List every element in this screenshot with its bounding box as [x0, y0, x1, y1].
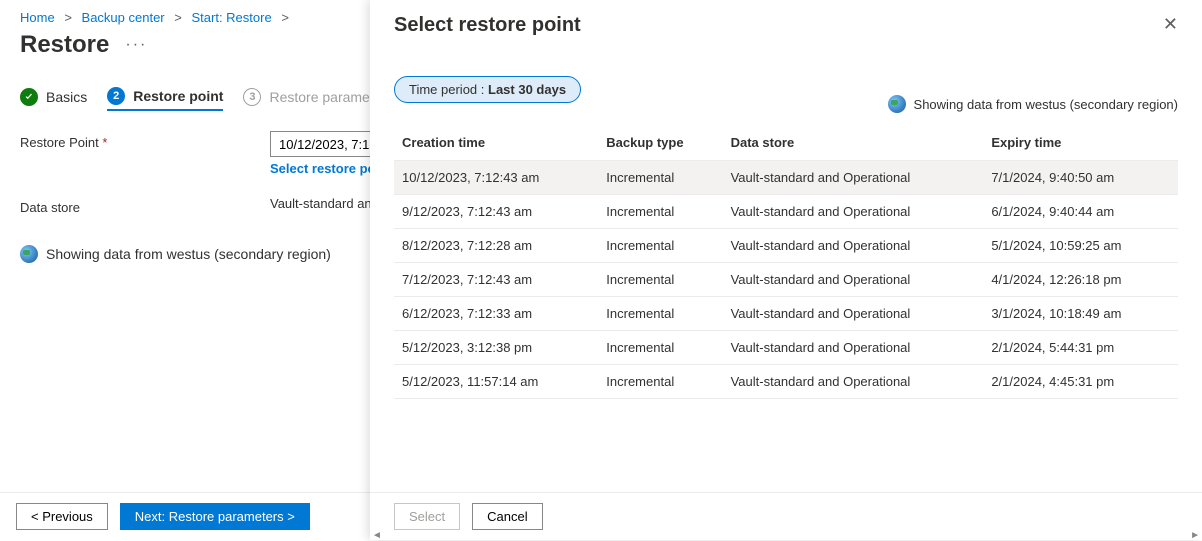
cell-creation: 5/12/2023, 11:57:14 am — [394, 365, 598, 399]
more-icon[interactable]: ··· — [125, 36, 147, 54]
cell-data_store: Vault-standard and Operational — [723, 195, 984, 229]
step-number-icon: 2 — [107, 87, 125, 105]
wizard-footer: < Previous Next: Restore parameters > — [0, 492, 370, 540]
cell-creation: 6/12/2023, 7:12:33 am — [394, 297, 598, 331]
cell-data_store: Vault-standard and Operational — [723, 161, 984, 195]
cell-data_store: Vault-standard and Operational — [723, 365, 984, 399]
step-label: Basics — [46, 89, 87, 105]
table-row[interactable]: 5/12/2023, 11:57:14 amIncrementalVault-s… — [394, 365, 1178, 399]
cancel-button[interactable]: Cancel — [472, 503, 542, 530]
col-expiry-time[interactable]: Expiry time — [983, 125, 1178, 161]
globe-icon — [20, 245, 38, 263]
col-data-store[interactable]: Data store — [723, 125, 984, 161]
cell-backup_type: Incremental — [598, 263, 722, 297]
table-row[interactable]: 5/12/2023, 3:12:38 pmIncrementalVault-st… — [394, 331, 1178, 365]
time-period-value: Last 30 days — [488, 82, 566, 97]
time-period-filter[interactable]: Time period : Last 30 days — [394, 76, 581, 103]
chevron-right-icon: > — [64, 10, 72, 25]
panel-title: Select restore point — [394, 14, 581, 37]
cell-expiry: 7/1/2024, 9:40:50 am — [983, 161, 1178, 195]
region-note-text: Showing data from westus (secondary regi… — [914, 97, 1178, 112]
step-label: Restore point — [133, 88, 223, 104]
required-star-icon: * — [102, 135, 107, 150]
cell-creation: 10/12/2023, 7:12:43 am — [394, 161, 598, 195]
table-row[interactable]: 9/12/2023, 7:12:43 amIncrementalVault-st… — [394, 195, 1178, 229]
cell-data_store: Vault-standard and Operational — [723, 331, 984, 365]
cell-expiry: 2/1/2024, 5:44:31 pm — [983, 331, 1178, 365]
cell-expiry: 3/1/2024, 10:18:49 am — [983, 297, 1178, 331]
breadcrumb-home[interactable]: Home — [20, 10, 55, 25]
cell-data_store: Vault-standard and Operational — [723, 229, 984, 263]
scroll-right-icon[interactable]: ► — [1190, 530, 1200, 541]
cell-backup_type: Incremental — [598, 331, 722, 365]
restore-points-table: Creation time Backup type Data store Exp… — [394, 125, 1178, 399]
cell-creation: 8/12/2023, 7:12:28 am — [394, 229, 598, 263]
cell-backup_type: Incremental — [598, 229, 722, 263]
table-row[interactable]: 8/12/2023, 7:12:28 amIncrementalVault-st… — [394, 229, 1178, 263]
panel-region-note: Showing data from westus (secondary regi… — [888, 95, 1178, 113]
scroll-left-icon[interactable]: ◄ — [372, 530, 382, 541]
cell-data_store: Vault-standard and Operational — [723, 297, 984, 331]
horizontal-scrollbar[interactable]: ◄ ► — [370, 530, 1202, 540]
table-row[interactable]: 7/12/2023, 7:12:43 amIncrementalVault-st… — [394, 263, 1178, 297]
globe-icon — [888, 95, 906, 113]
restore-point-label: Restore Point * — [20, 131, 270, 150]
close-icon[interactable]: ✕ — [1163, 14, 1178, 35]
breadcrumb-backup-center[interactable]: Backup center — [82, 10, 165, 25]
select-restore-point-panel: Select restore point ✕ Time period : Las… — [370, 0, 1202, 540]
breadcrumb-start-restore[interactable]: Start: Restore — [191, 10, 271, 25]
cell-data_store: Vault-standard and Operational — [723, 263, 984, 297]
step-basics[interactable]: Basics — [20, 88, 87, 110]
step-number-icon: 3 — [243, 88, 261, 106]
chevron-right-icon: > — [281, 10, 289, 25]
cell-backup_type: Incremental — [598, 297, 722, 331]
cell-expiry: 6/1/2024, 9:40:44 am — [983, 195, 1178, 229]
region-note-text: Showing data from westus (secondary regi… — [46, 246, 331, 262]
select-button[interactable]: Select — [394, 503, 460, 530]
time-period-label: Time period : — [409, 82, 488, 97]
data-store-label: Data store — [20, 196, 270, 215]
table-row[interactable]: 10/12/2023, 7:12:43 amIncrementalVault-s… — [394, 161, 1178, 195]
col-creation-time[interactable]: Creation time — [394, 125, 598, 161]
cell-backup_type: Incremental — [598, 161, 722, 195]
cell-expiry: 4/1/2024, 12:26:18 pm — [983, 263, 1178, 297]
table-row[interactable]: 6/12/2023, 7:12:33 amIncrementalVault-st… — [394, 297, 1178, 331]
chevron-right-icon: > — [174, 10, 182, 25]
cell-creation: 5/12/2023, 3:12:38 pm — [394, 331, 598, 365]
next-button[interactable]: Next: Restore parameters > — [120, 503, 310, 530]
cell-backup_type: Incremental — [598, 195, 722, 229]
cell-creation: 9/12/2023, 7:12:43 am — [394, 195, 598, 229]
label-text: Restore Point — [20, 135, 99, 150]
step-restore-point[interactable]: 2 Restore point — [107, 87, 223, 111]
page-title: Restore — [20, 31, 109, 59]
cell-expiry: 2/1/2024, 4:45:31 pm — [983, 365, 1178, 399]
cell-creation: 7/12/2023, 7:12:43 am — [394, 263, 598, 297]
cell-backup_type: Incremental — [598, 365, 722, 399]
col-backup-type[interactable]: Backup type — [598, 125, 722, 161]
cell-expiry: 5/1/2024, 10:59:25 am — [983, 229, 1178, 263]
check-icon — [20, 88, 38, 106]
previous-button[interactable]: < Previous — [16, 503, 108, 530]
